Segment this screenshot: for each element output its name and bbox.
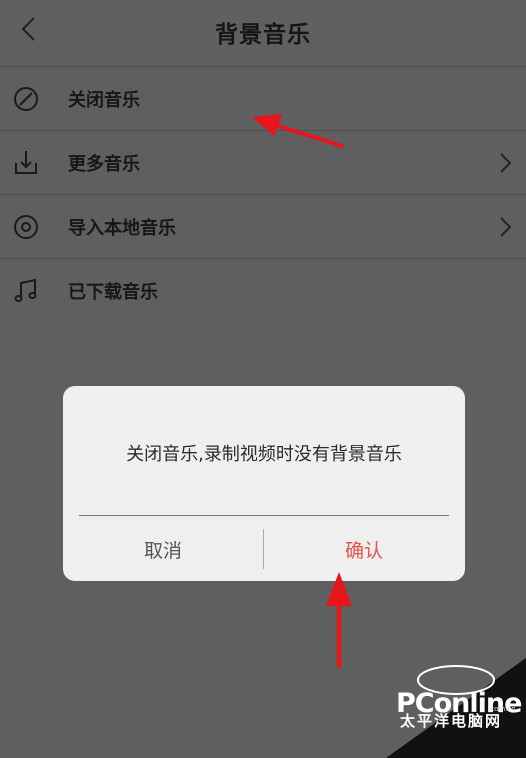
dialog-divider xyxy=(79,515,449,516)
music-note-icon xyxy=(14,278,37,302)
dialog-message: 关闭音乐,录制视频时没有背景音乐 xyxy=(126,444,402,465)
top-bar: 背景音乐 xyxy=(0,0,526,67)
cancel-button[interactable]: 取消 xyxy=(63,536,263,563)
page-title: 背景音乐 xyxy=(215,22,311,48)
confirm-button[interactable]: 确认 xyxy=(264,536,464,563)
annotation-arrow-icon xyxy=(326,572,352,669)
menu-item-label: 导入本地音乐 xyxy=(68,218,176,239)
confirm-dialog: 关闭音乐,录制视频时没有背景音乐 取消 确认 xyxy=(63,386,465,581)
music-menu: 关闭音乐 更多音乐 导入本地音乐 已下载音乐 xyxy=(0,67,526,322)
watermark-subtitle: 太平洋电脑网 xyxy=(400,712,503,730)
menu-item-label: 关闭音乐 xyxy=(68,90,140,111)
annotation-arrow-icon xyxy=(252,114,344,148)
menu-item-downloaded-music[interactable]: 已下载音乐 xyxy=(0,259,526,322)
menu-item-label: 更多音乐 xyxy=(68,154,140,175)
menu-item-label: 已下载音乐 xyxy=(68,282,158,303)
download-icon xyxy=(15,151,37,174)
disable-icon xyxy=(14,87,38,111)
chevron-right-icon xyxy=(500,153,512,173)
chevron-right-icon xyxy=(500,217,512,237)
disc-icon xyxy=(14,215,38,239)
menu-item-import-local-music[interactable]: 导入本地音乐 xyxy=(0,195,526,259)
